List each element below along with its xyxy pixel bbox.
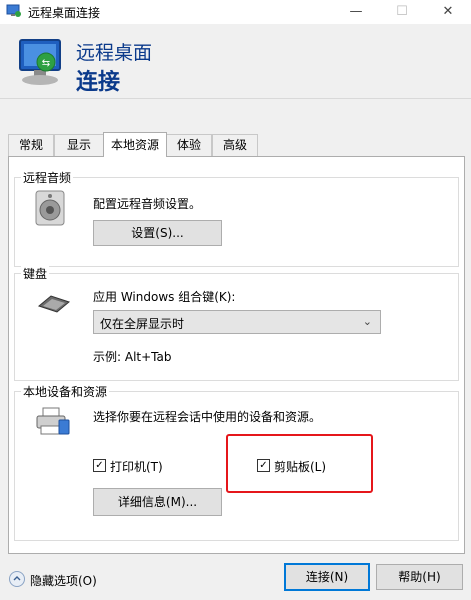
help-button[interactable]: 帮助(H) xyxy=(376,564,463,590)
tab-advanced[interactable]: 高级 xyxy=(212,134,258,156)
title-bar: 远程桌面连接 — ☐ ✕ xyxy=(0,0,471,24)
chevron-up-icon xyxy=(13,576,21,581)
windows-key-combo-label: 应用 Windows 组合键(K): xyxy=(93,290,236,304)
devices-icon xyxy=(36,407,70,435)
header-title-line2: 连接 xyxy=(76,70,121,95)
header-title-line1: 远程桌面 xyxy=(76,42,153,64)
details-button[interactable]: 详细信息(M)... xyxy=(93,488,222,516)
keyboard-group: 键盘 应用 Windows 组合键(K): 仅在全屏显示时 ⌄ 示例: Alt+… xyxy=(14,265,459,381)
speaker-icon xyxy=(35,190,65,226)
window-title: 远程桌面连接 xyxy=(28,6,101,20)
chevron-down-icon: ⌄ xyxy=(362,315,372,328)
maximize-button[interactable]: ☐ xyxy=(379,0,425,24)
close-button[interactable]: ✕ xyxy=(425,0,471,24)
remote-desktop-icon: ⇆ xyxy=(19,39,61,85)
tab-general[interactable]: 常规 xyxy=(8,134,54,156)
header-banner: ⇆ 远程桌面 连接 xyxy=(0,24,471,99)
hide-options-label[interactable]: 隐藏选项(O) xyxy=(30,572,97,589)
tab-experience[interactable]: 体验 xyxy=(166,134,212,156)
connect-button[interactable]: 连接(N) xyxy=(284,563,370,591)
local-devices-group-label: 本地设备和资源 xyxy=(21,383,110,400)
local-resources-panel: 远程音频 配置远程音频设置。 设置(S)... 键盘 应用 Windows 组合… xyxy=(8,156,465,554)
local-devices-description: 选择你要在远程会话中使用的设备和资源。 xyxy=(93,410,322,424)
remote-audio-group: 远程音频 配置远程音频设置。 设置(S)... xyxy=(14,169,459,267)
keyboard-icon xyxy=(37,295,71,313)
printers-checkbox[interactable]: ✓ xyxy=(93,459,106,472)
keyboard-example: 示例: Alt+Tab xyxy=(93,350,172,364)
hide-options-toggle[interactable] xyxy=(9,571,25,587)
remote-audio-group-label: 远程音频 xyxy=(21,169,74,186)
windows-key-combo-select[interactable]: 仅在全屏显示时 ⌄ xyxy=(93,310,381,334)
tab-local-resources[interactable]: 本地资源 xyxy=(103,132,167,157)
printers-label[interactable]: 打印机(T) xyxy=(110,458,163,475)
clipboard-highlight-box xyxy=(226,434,373,493)
select-value: 仅在全屏显示时 xyxy=(100,317,185,331)
rdp-app-icon xyxy=(6,4,21,17)
remote-audio-description: 配置远程音频设置。 xyxy=(93,197,202,211)
audio-settings-button[interactable]: 设置(S)... xyxy=(93,220,222,246)
keyboard-group-label: 键盘 xyxy=(21,265,50,282)
minimize-button[interactable]: — xyxy=(333,0,379,24)
tab-display[interactable]: 显示 xyxy=(54,134,104,156)
svg-text:⇆: ⇆ xyxy=(42,58,50,69)
